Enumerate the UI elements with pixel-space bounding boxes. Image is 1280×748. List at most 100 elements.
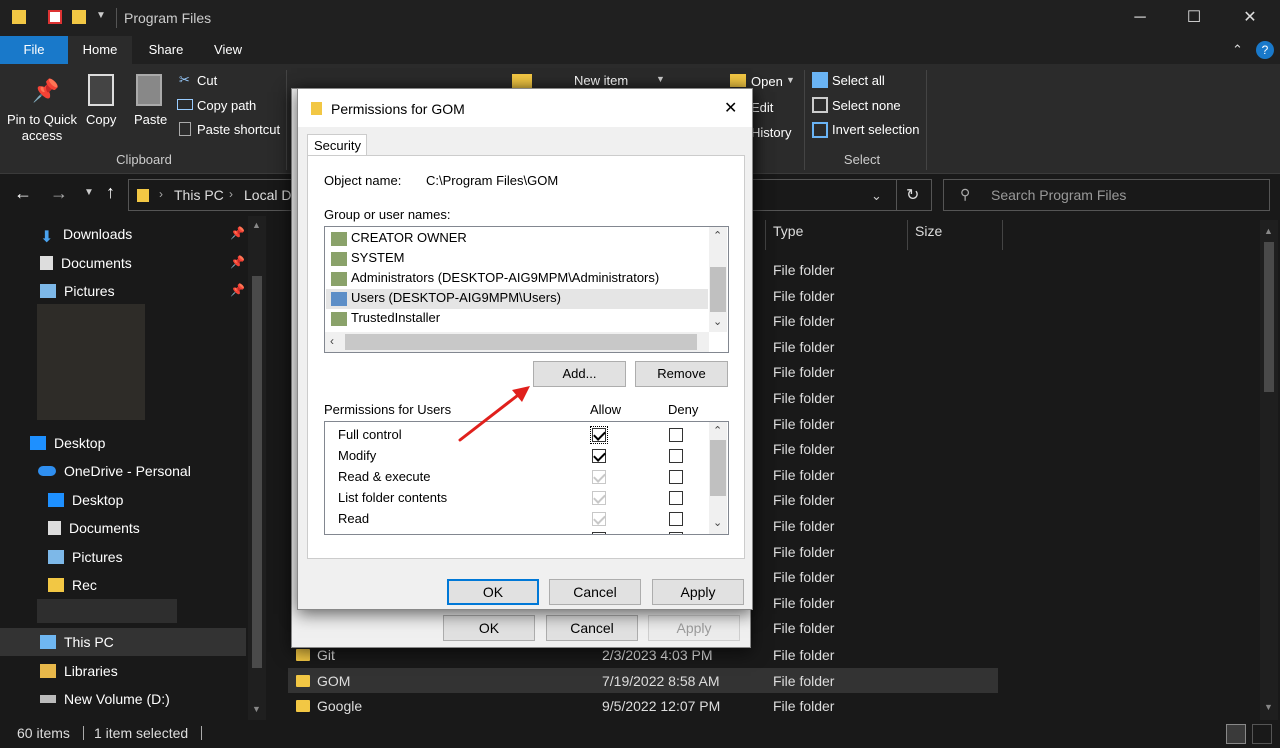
column-separator[interactable] bbox=[1002, 220, 1003, 250]
add-button[interactable]: Add... bbox=[533, 361, 626, 387]
invert-selection-button[interactable]: Invert selection bbox=[832, 122, 919, 137]
paste-button[interactable]: Paste bbox=[134, 112, 167, 127]
search-input[interactable]: Search Program Files bbox=[991, 187, 1126, 203]
nav-onedrive-documents[interactable]: Documents bbox=[48, 514, 140, 542]
large-icons-view-icon[interactable] bbox=[1252, 724, 1272, 744]
user-list-scrollbar[interactable]: ⌃ ⌄ bbox=[709, 227, 727, 332]
scroll-up-icon[interactable]: ⌃ bbox=[713, 424, 722, 437]
scroll-up-icon[interactable]: ▲ bbox=[252, 220, 261, 230]
new-folder-icon[interactable] bbox=[72, 10, 86, 24]
select-none-button[interactable]: Select none bbox=[832, 98, 901, 113]
column-separator[interactable] bbox=[765, 220, 766, 250]
nav-libraries[interactable]: Libraries bbox=[40, 657, 118, 685]
nav-onedrive[interactable]: OneDrive - Personal bbox=[38, 457, 191, 485]
nav-this-pc[interactable]: This PC bbox=[40, 628, 114, 656]
tab-security[interactable]: Security bbox=[307, 134, 367, 156]
deny-checkbox[interactable] bbox=[669, 428, 683, 442]
details-view-icon[interactable] bbox=[1226, 724, 1246, 744]
cancel-button[interactable]: Cancel bbox=[549, 579, 641, 605]
column-separator[interactable] bbox=[907, 220, 908, 250]
file-name[interactable]: GOM bbox=[317, 673, 350, 689]
deny-checkbox[interactable] bbox=[669, 449, 683, 463]
scroll-up-icon[interactable]: ⌃ bbox=[713, 229, 722, 242]
user-list-item[interactable]: Administrators (DESKTOP-AIG9MPM\Administ… bbox=[331, 270, 659, 290]
scroll-left-icon[interactable]: ‹ bbox=[330, 334, 334, 348]
user-list-item[interactable]: SYSTEM bbox=[331, 250, 404, 270]
allow-checkbox[interactable] bbox=[592, 532, 606, 534]
user-list-item[interactable]: Users (DESKTOP-AIG9MPM\Users) bbox=[331, 290, 561, 310]
nav-desktop[interactable]: Desktop bbox=[30, 429, 105, 457]
ok-button[interactable]: OK bbox=[447, 579, 539, 605]
breadcrumb-this-pc[interactable]: This PC bbox=[174, 187, 224, 203]
remove-button[interactable]: Remove bbox=[635, 361, 728, 387]
pin-icon[interactable]: 📌 bbox=[230, 283, 245, 297]
close-icon[interactable]: ✕ bbox=[724, 98, 737, 118]
up-icon[interactable]: ↑ bbox=[106, 182, 115, 203]
scroll-thumb[interactable] bbox=[1264, 242, 1274, 392]
minimize-button[interactable]: ─ bbox=[1117, 0, 1163, 36]
deny-checkbox[interactable] bbox=[669, 512, 683, 526]
properties-cancel-button[interactable]: Cancel bbox=[546, 615, 638, 641]
deny-checkbox[interactable] bbox=[669, 491, 683, 505]
refresh-button[interactable]: ↻ bbox=[896, 179, 932, 211]
file-name[interactable]: Google bbox=[317, 698, 362, 714]
nav-new-volume[interactable]: New Volume (D:) bbox=[40, 685, 170, 713]
user-list-item[interactable]: CREATOR OWNER bbox=[331, 230, 467, 250]
close-button[interactable]: ✕ bbox=[1227, 0, 1273, 36]
breadcrumb-local-disk[interactable]: Local D bbox=[244, 187, 291, 203]
address-dropdown-icon[interactable]: ⌄ bbox=[871, 188, 882, 204]
recent-locations-icon[interactable]: ▼ bbox=[84, 187, 94, 198]
properties-apply-button[interactable]: Apply bbox=[648, 615, 740, 641]
tab-share[interactable]: Share bbox=[134, 36, 198, 64]
nav-pictures[interactable]: Pictures bbox=[40, 277, 115, 305]
forward-icon[interactable]: → bbox=[50, 183, 68, 204]
scroll-thumb[interactable] bbox=[710, 440, 726, 496]
history-button[interactable]: History bbox=[751, 125, 791, 140]
select-all-button[interactable]: Select all bbox=[832, 73, 885, 88]
scroll-down-icon[interactable]: ▼ bbox=[1264, 702, 1273, 712]
nav-onedrive-desktop[interactable]: Desktop bbox=[48, 486, 123, 514]
tab-view[interactable]: View bbox=[198, 36, 258, 64]
user-list-hscrollbar[interactable]: ‹ bbox=[325, 332, 709, 352]
scroll-thumb[interactable] bbox=[252, 276, 262, 668]
scroll-thumb[interactable] bbox=[345, 334, 697, 350]
permissions-scrollbar[interactable]: ⌃ ⌄ bbox=[709, 422, 727, 534]
list-scrollbar[interactable]: ▲ ▼ bbox=[1260, 220, 1278, 720]
scroll-down-icon[interactable]: ▼ bbox=[252, 704, 261, 714]
copy-path-button[interactable]: Copy path bbox=[197, 98, 256, 113]
open-button[interactable]: Open bbox=[751, 74, 783, 89]
properties-ok-button[interactable]: OK bbox=[443, 615, 535, 641]
paste-shortcut-button[interactable]: Paste shortcut bbox=[197, 122, 280, 137]
scroll-down-icon[interactable]: ⌄ bbox=[713, 315, 722, 328]
allow-checkbox[interactable] bbox=[590, 426, 608, 444]
pin-icon[interactable]: 📌 bbox=[230, 226, 245, 240]
help-icon[interactable]: ? bbox=[1256, 41, 1274, 59]
collapse-ribbon-icon[interactable]: ⌃ bbox=[1232, 42, 1243, 58]
scroll-up-icon[interactable]: ▲ bbox=[1264, 226, 1273, 236]
nav-downloads[interactable]: ⬇ Downloads bbox=[40, 220, 132, 248]
cut-button[interactable]: Cut bbox=[197, 73, 217, 88]
column-header-type[interactable]: Type bbox=[773, 223, 803, 239]
file-name[interactable]: Git bbox=[317, 647, 335, 663]
back-icon[interactable]: ← bbox=[14, 183, 32, 204]
copy-button[interactable]: Copy bbox=[86, 112, 116, 127]
nav-documents[interactable]: Documents bbox=[40, 249, 132, 277]
pin-icon[interactable]: 📌 bbox=[230, 255, 245, 269]
customize-quick-access-icon[interactable]: ▼ bbox=[96, 10, 106, 21]
deny-checkbox[interactable] bbox=[669, 470, 683, 484]
tab-home[interactable]: Home bbox=[68, 36, 132, 64]
nav-scrollbar[interactable]: ▲ ▼ bbox=[248, 216, 266, 720]
edit-button[interactable]: Edit bbox=[751, 100, 773, 115]
tab-file[interactable]: File bbox=[0, 36, 68, 64]
pin-to-quick-access-button[interactable]: Pin to Quick access bbox=[6, 112, 78, 144]
nav-onedrive-pictures[interactable]: Pictures bbox=[48, 543, 123, 571]
scroll-down-icon[interactable]: ⌄ bbox=[713, 516, 722, 529]
allow-checkbox[interactable] bbox=[592, 449, 606, 463]
apply-button[interactable]: Apply bbox=[652, 579, 744, 605]
maximize-button[interactable]: ☐ bbox=[1171, 0, 1217, 36]
search-box[interactable]: ⚲ Search Program Files bbox=[943, 179, 1270, 211]
deny-checkbox[interactable] bbox=[669, 532, 683, 534]
column-header-size[interactable]: Size bbox=[915, 223, 942, 239]
nav-rec[interactable]: Rec bbox=[48, 571, 97, 599]
user-list-item[interactable]: TrustedInstaller bbox=[331, 310, 440, 330]
